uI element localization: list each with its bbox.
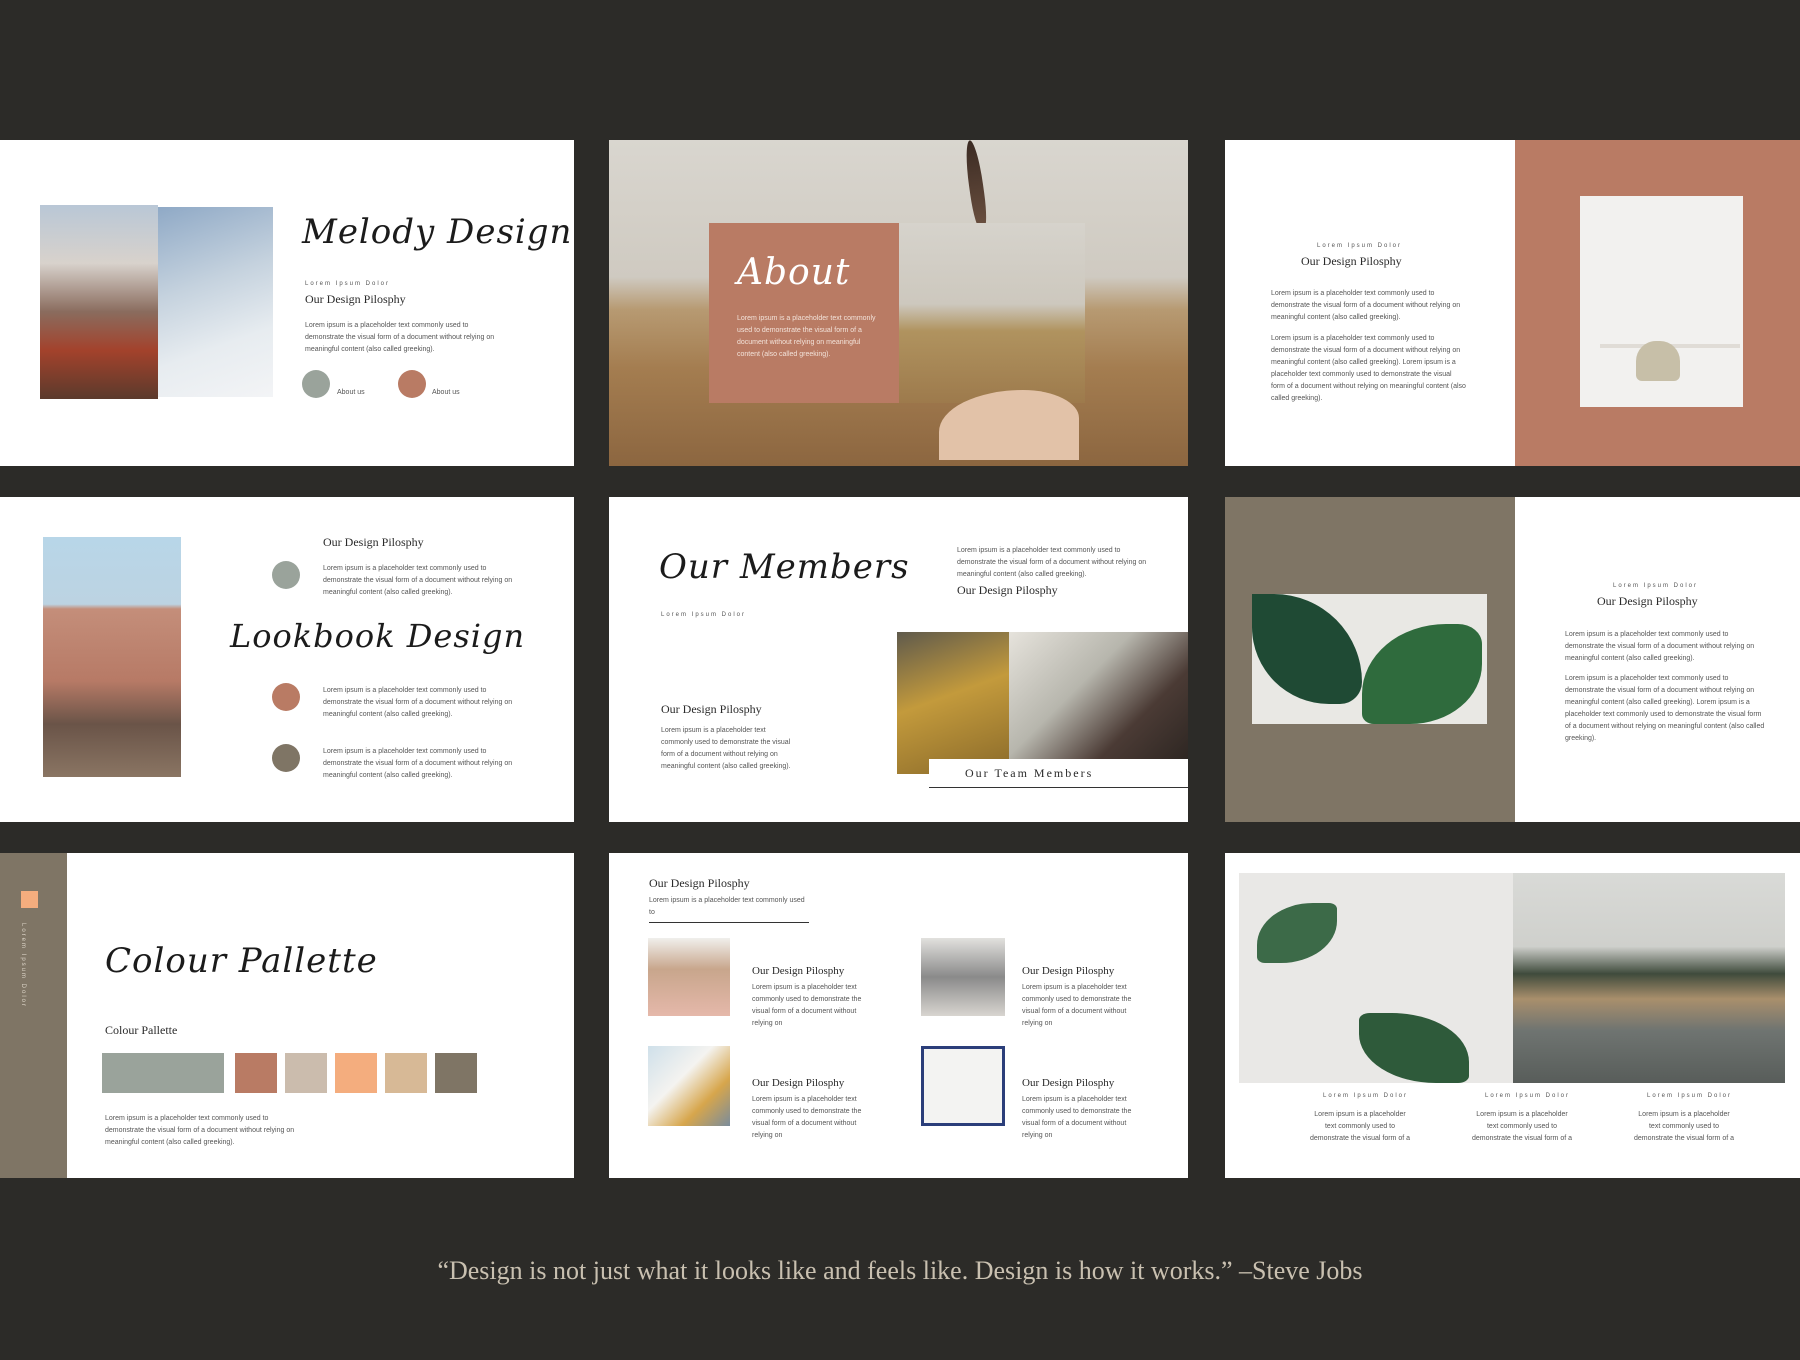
swatch-row <box>102 1053 482 1093</box>
slide-title: Lookbook Design <box>230 617 526 655</box>
about-label-2[interactable]: About us <box>432 387 460 399</box>
heading: Our Design Pilosphy <box>323 535 424 549</box>
body-text-2: Lorem ipsum is a placeholder text common… <box>323 687 513 718</box>
about-label-1[interactable]: About us <box>337 387 365 399</box>
body-text-top: Lorem ipsum is a placeholder text common… <box>957 547 1147 578</box>
body-text-1: Lorem ipsum is a placeholder text common… <box>1565 631 1755 662</box>
dot-terracotta <box>272 683 300 711</box>
slide-melody-design[interactable]: Melody Design Lorem Ipsum Dolor Our Desi… <box>0 140 574 466</box>
grid-heading-3: Our Design Pilosphy <box>752 1077 845 1089</box>
heading: Our Design Pilosphy <box>1597 594 1698 608</box>
grid-heading-2: Our Design Pilosphy <box>1022 965 1115 977</box>
body-text-2: Lorem ipsum is a placeholder text common… <box>1565 675 1765 742</box>
kicker: Lorem Ipsum Dolor <box>1613 583 1699 589</box>
body-text: Lorem ipsum is a placeholder text common… <box>105 1115 295 1146</box>
orange-marker <box>21 891 38 908</box>
chair-photo <box>1580 196 1743 407</box>
grid-heading-4: Our Design Pilosphy <box>1022 1077 1115 1089</box>
about-body: Lorem ipsum is a placeholder text common… <box>737 315 876 358</box>
slide-title: Colour Pallette <box>105 941 378 981</box>
heading-top: Our Design Pilosphy <box>957 583 1058 597</box>
body-text-2: Lorem ipsum is a placeholder text common… <box>1271 335 1466 402</box>
grid-photo-4 <box>921 1046 1005 1126</box>
grid-photo-3 <box>648 1046 730 1126</box>
body-text: Lorem ipsum is a placeholder text common… <box>305 322 495 353</box>
grid-heading-1: Our Design Pilosphy <box>752 965 845 977</box>
grid-body-3: Lorem ipsum is a placeholder text common… <box>752 1096 862 1139</box>
kicker: Lorem Ipsum Dolor <box>661 612 747 618</box>
body-text-1: Lorem ipsum is a placeholder text common… <box>1310 1111 1410 1142</box>
street-photo <box>43 537 181 777</box>
body-text-1: Lorem ipsum is a placeholder text common… <box>1271 290 1461 321</box>
member-photo-1 <box>897 632 1009 774</box>
kicker-1: Lorem Ipsum Dolor <box>1323 1093 1409 1099</box>
about-title: About <box>737 252 851 293</box>
swatch-sand <box>385 1053 427 1093</box>
leaf-1 <box>1252 594 1362 704</box>
plant-leaf-1 <box>1257 903 1337 963</box>
kicker: Lorem Ipsum Dolor <box>1317 243 1403 249</box>
slide-title: Melody Design <box>302 212 573 252</box>
leaf-2 <box>1362 624 1482 724</box>
dot-sage <box>272 561 300 589</box>
mist-photo <box>158 207 273 397</box>
heading: Our Design Pilosphy <box>305 292 406 306</box>
heading: Our Design Pilosphy <box>1301 254 1402 268</box>
body-text-3: Lorem ipsum is a placeholder text common… <box>1634 1111 1734 1142</box>
grid-body-2: Lorem ipsum is a placeholder text common… <box>1022 984 1132 1027</box>
grid-body-1: Lorem ipsum is a placeholder text common… <box>752 984 862 1027</box>
steve-jobs-quote: “Design is not just what it looks like a… <box>437 1256 1363 1285</box>
slide-our-members[interactable]: Our Members Lorem Ipsum Dolor Lorem ipsu… <box>609 497 1188 822</box>
kicker-2: Lorem Ipsum Dolor <box>1485 1093 1571 1099</box>
slide-colour-pallette[interactable]: Lorem Ipsum Dolor Colour Pallette Colour… <box>0 853 574 1178</box>
body-text-left: Lorem ipsum is a placeholder text common… <box>661 727 791 770</box>
monstera-photo <box>1252 594 1487 724</box>
about-button-terracotta[interactable] <box>398 370 426 398</box>
subtitle: Colour Pallette <box>105 1023 178 1037</box>
river-photo <box>1513 873 1785 1083</box>
grid-body-4: Lorem ipsum is a placeholder text common… <box>1022 1096 1132 1139</box>
plant-photo <box>1239 873 1513 1083</box>
feather-field-photo <box>899 223 1085 403</box>
swatch-peach <box>335 1053 377 1093</box>
chair-shape <box>1636 341 1680 381</box>
kicker: Lorem Ipsum Dolor <box>305 281 391 287</box>
side-label: Lorem Ipsum Dolor <box>20 923 26 1009</box>
slide-about[interactable]: About Lorem ipsum is a placeholder text … <box>609 140 1188 466</box>
about-button-sage[interactable] <box>302 370 330 398</box>
plant-leaf-2 <box>1359 1013 1469 1083</box>
kicker-3: Lorem Ipsum Dolor <box>1647 1093 1733 1099</box>
dot-taupe <box>272 744 300 772</box>
swatch-taupe <box>435 1053 477 1093</box>
feather-image <box>962 140 990 231</box>
body-text-1: Lorem ipsum is a placeholder text common… <box>323 565 513 596</box>
body-text-2: Lorem ipsum is a placeholder text common… <box>1472 1111 1572 1142</box>
member-photo-2 <box>1009 632 1188 762</box>
grid-photo-1 <box>648 938 730 1016</box>
slide-philosophy-grid[interactable]: Our Design Pilosphy Lorem ipsum is a pla… <box>609 853 1188 1178</box>
heading-left: Our Design Pilosphy <box>661 702 762 716</box>
grid-photo-2 <box>921 938 1005 1016</box>
market-photo <box>40 205 158 399</box>
slide-philosophy-chair[interactable]: Lorem Ipsum Dolor Our Design Pilosphy Lo… <box>1225 140 1800 466</box>
slide-title: Our Members <box>659 547 910 587</box>
swatch-greige <box>285 1053 327 1093</box>
swatch-sage <box>102 1053 224 1093</box>
heading: Our Design Pilosphy <box>649 876 750 890</box>
slide-lookbook[interactable]: Our Design Pilosphy Lorem ipsum is a pla… <box>0 497 574 822</box>
slide-monstera[interactable]: Lorem Ipsum Dolor Our Design Pilosphy Lo… <box>1225 497 1800 822</box>
slide-landscape[interactable]: Lorem Ipsum Dolor Lorem ipsum is a place… <box>1225 853 1800 1178</box>
swatch-terracotta <box>235 1053 277 1093</box>
subheading: Lorem ipsum is a placeholder text common… <box>649 895 809 923</box>
team-caption: Our Team Members <box>965 766 1094 780</box>
body-text-3: Lorem ipsum is a placeholder text common… <box>323 748 513 779</box>
